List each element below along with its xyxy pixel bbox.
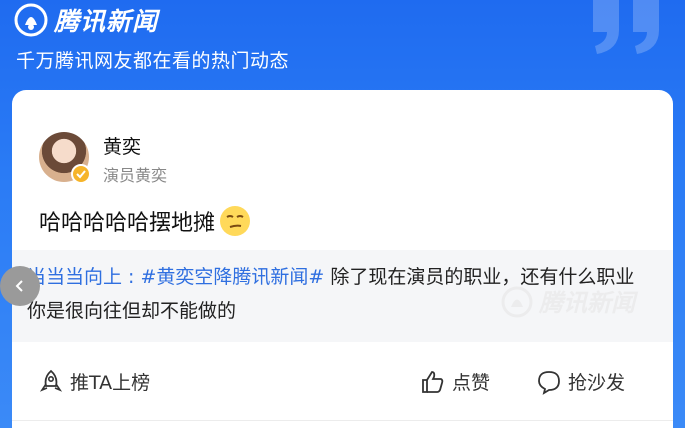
brand: 腾讯新闻 [14, 2, 158, 38]
post-card: 黄奕 演员黄奕 哈哈哈哈哈摆地摊 当当当向上 : #黄奕空降腾讯新闻# 除了现在… [0, 90, 673, 428]
divider [12, 420, 673, 421]
comment-button[interactable]: 抢沙发 [536, 368, 625, 395]
comment-bubble-icon [538, 370, 560, 395]
promote-button[interactable]: 推TA上榜 [38, 368, 150, 395]
author-name[interactable]: 黄奕 [103, 132, 141, 159]
watermark-text: 腾讯新闻 [538, 289, 639, 317]
watermark-logo-icon: 腾讯新闻 [501, 286, 639, 318]
chevron-left-icon [15, 280, 23, 292]
header-subtitle: 千万腾讯网友都在看的热门动态 [16, 50, 290, 72]
action-bar: 推TA上榜 点赞 抢沙发 [12, 358, 673, 406]
watermark: 腾讯新闻 [499, 282, 669, 322]
post-text-content: 哈哈哈哈哈摆地摊 [39, 211, 216, 236]
quote-user-link[interactable]: 当当当向上 : [27, 266, 140, 288]
app-header: 腾讯新闻 千万腾讯网友都在看的热门动态 [0, 0, 685, 92]
tencent-news-logo-icon [14, 3, 48, 37]
comment-label: 抢沙发 [568, 372, 626, 394]
hashtag-link[interactable]: #黄奕空降腾讯新闻# [140, 266, 324, 288]
quote-mark-icon [593, 0, 659, 54]
promote-label: 推TA上榜 [70, 372, 151, 394]
smirk-face-icon [220, 206, 251, 236]
thumbs-up-icon [422, 370, 444, 393]
brand-name: 腾讯新闻 [54, 7, 159, 36]
back-arrow-button[interactable] [0, 266, 40, 306]
post-text: 哈哈哈哈哈摆地摊 [39, 205, 251, 237]
author-role: 演员黄奕 [103, 166, 168, 185]
like-label: 点赞 [452, 372, 491, 394]
like-button[interactable]: 点赞 [420, 368, 490, 395]
rocket-icon [39, 369, 63, 392]
verified-badge-icon [71, 164, 91, 184]
